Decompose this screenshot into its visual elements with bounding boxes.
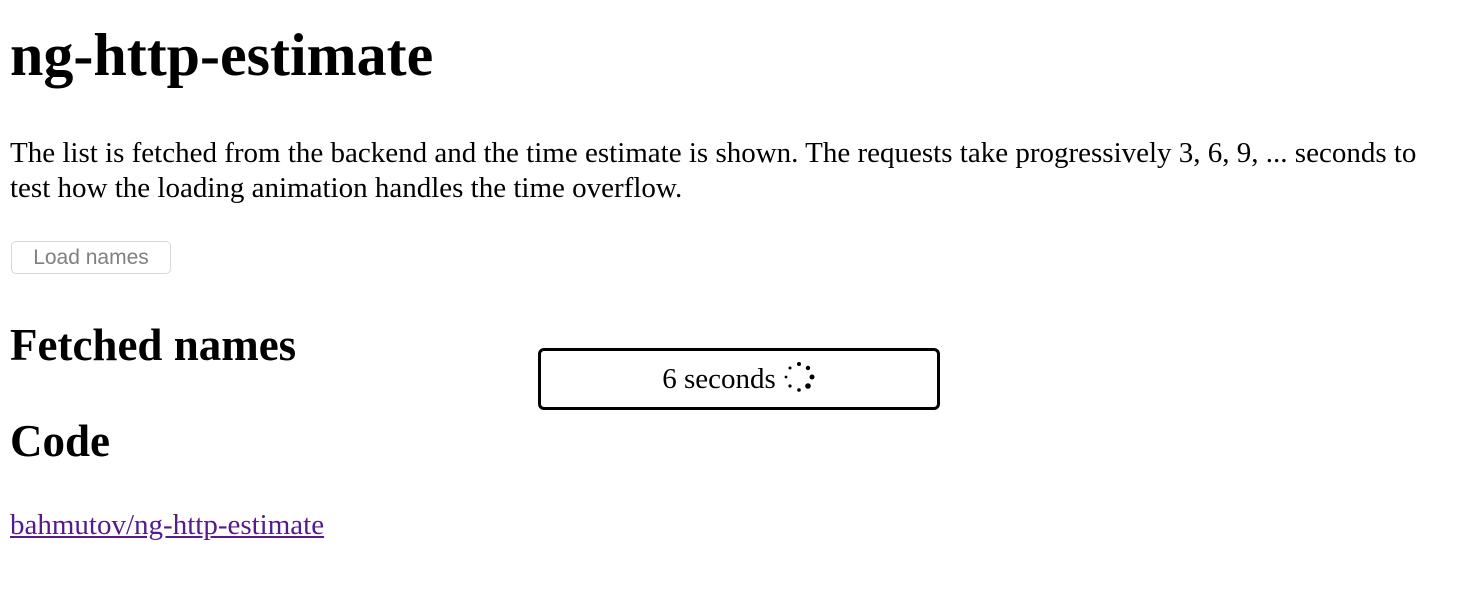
fetched-names-heading: Fetched names (10, 320, 297, 370)
intro-paragraph: The list is fetched from the backend and… (10, 137, 1417, 204)
code-heading: Code (10, 416, 110, 466)
page-title: ng-http-estimate (10, 22, 434, 88)
loading-spinner-icon (782, 360, 816, 394)
time-estimate-box: 6 seconds (538, 348, 940, 410)
time-estimate-text: 6 seconds (662, 362, 776, 395)
load-names-button[interactable]: Load names (11, 241, 171, 274)
repo-link[interactable]: bahmutov/ng-http-estimate (10, 508, 324, 543)
